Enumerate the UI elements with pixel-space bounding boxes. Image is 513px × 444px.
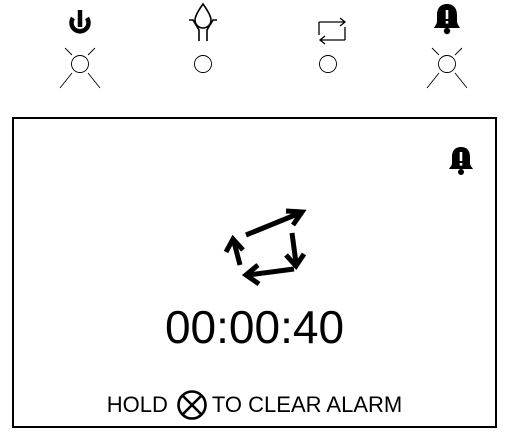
alarm-lamp-on: [426, 47, 468, 89]
cycle-indicator: [288, 0, 368, 100]
bell-icon: [434, 4, 460, 35]
clear-alarm-hint: HOLD TO CLEAR ALARM: [14, 389, 495, 421]
water-indicator: [163, 0, 243, 100]
cycle-lamp: [319, 55, 337, 73]
cycle-icon: [318, 17, 347, 45]
hint-prefix: HOLD: [106, 392, 168, 417]
countdown-timer: 00:00:40: [164, 301, 345, 353]
water-drop-icon: [189, 2, 217, 41]
water-lamp: [194, 55, 212, 73]
display-panel: 00:00:40 HOLD TO CLEAR ALARM: [12, 117, 497, 428]
power-icon: [69, 10, 91, 34]
power-indicator: [40, 0, 120, 100]
cycle-icon: [220, 205, 316, 295]
hint-suffix: TO CLEAR ALARM: [211, 392, 403, 417]
circle-x-icon: [176, 389, 208, 421]
power-lamp-on: [59, 47, 101, 89]
bell-icon: [449, 147, 473, 175]
alarm-indicator: [407, 0, 487, 100]
